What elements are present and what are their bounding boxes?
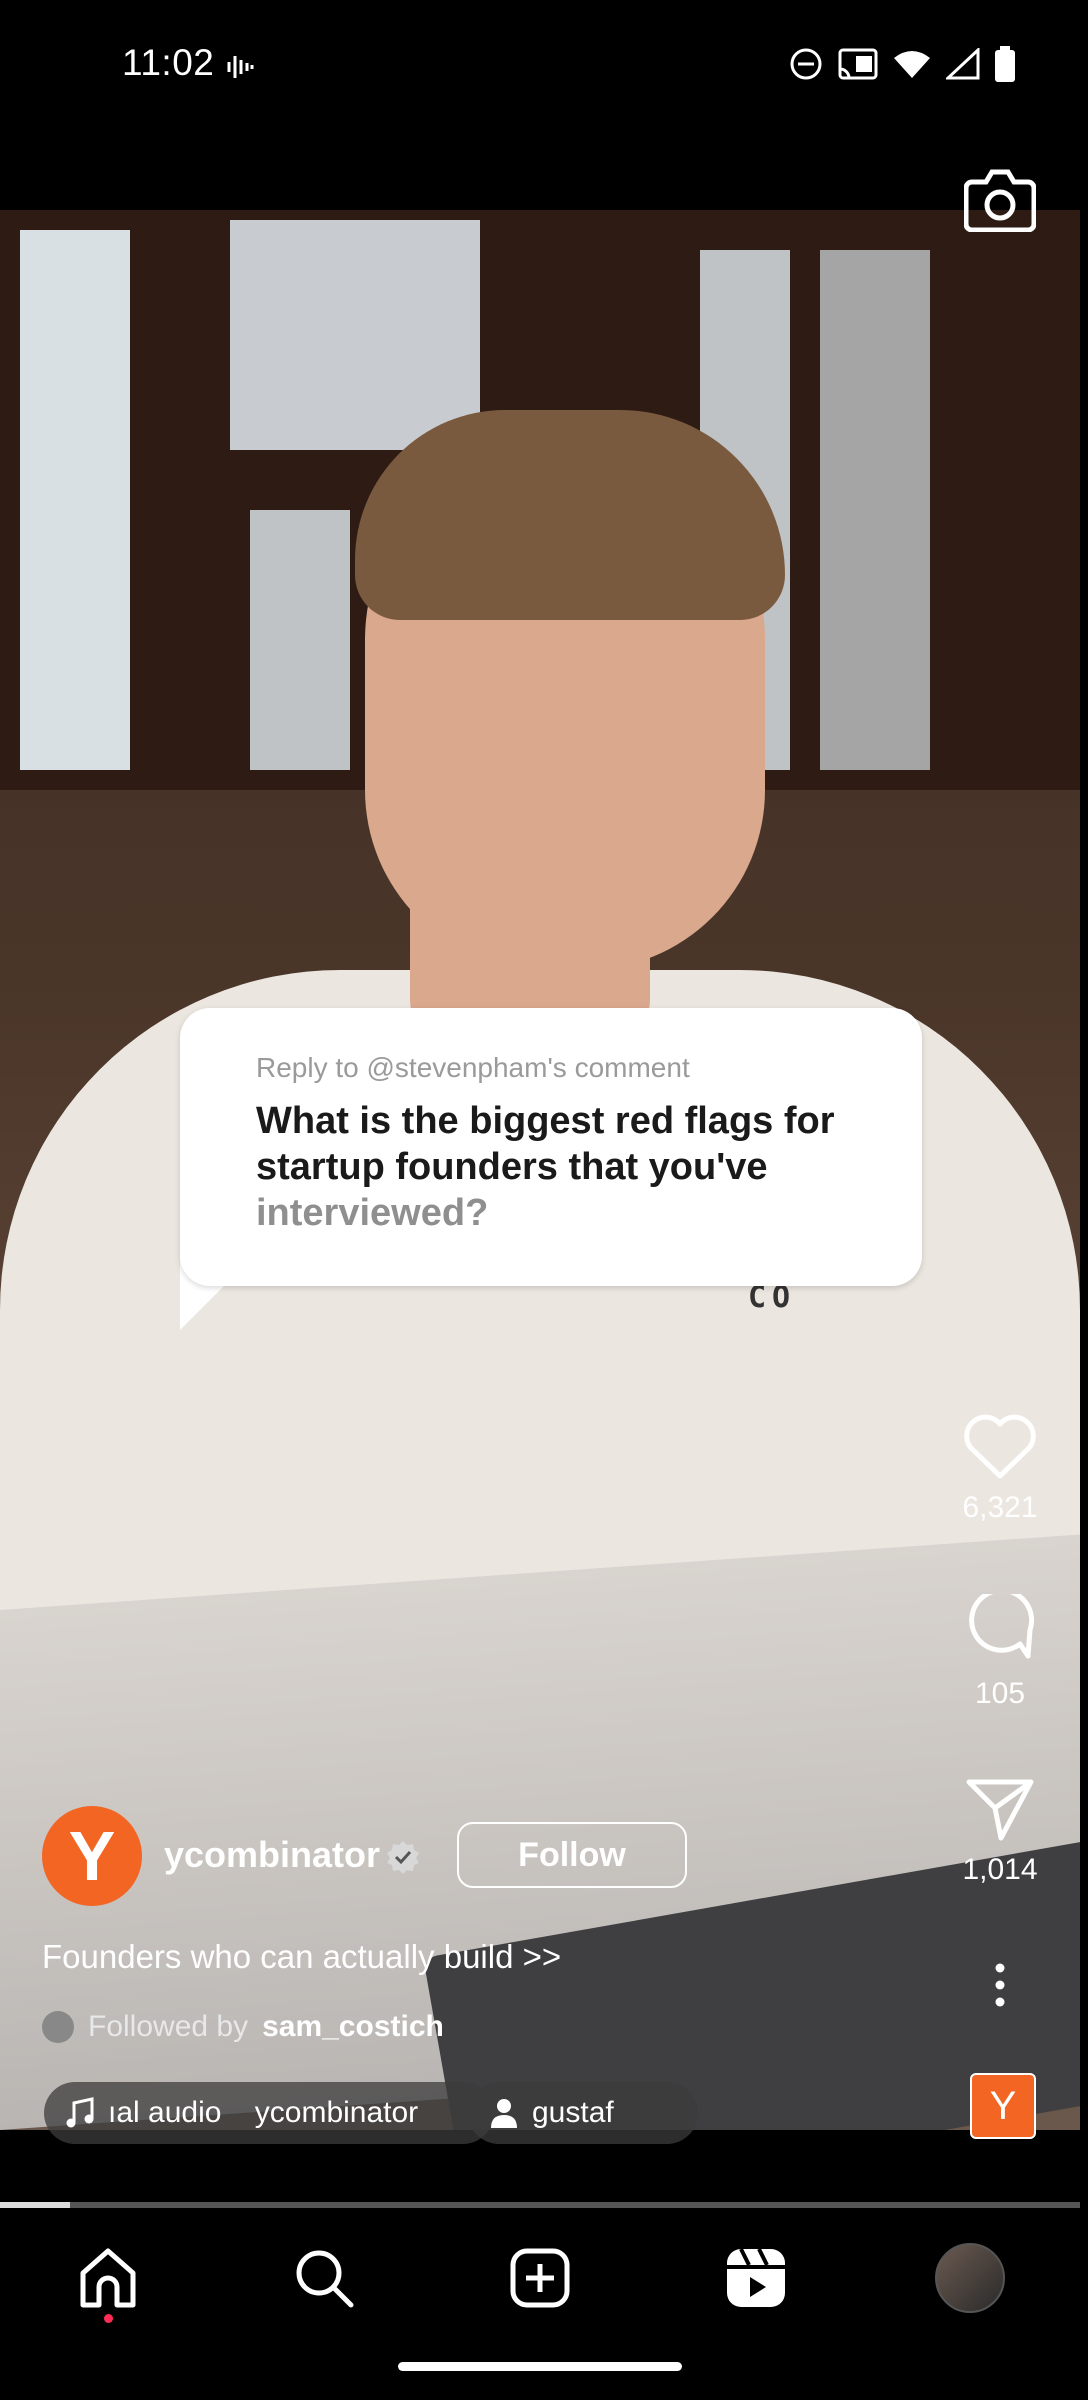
nav-profile[interactable] bbox=[930, 2238, 1010, 2318]
reply-to-label: Reply to @stevenpham's comment bbox=[256, 1052, 690, 1083]
more-vertical-icon bbox=[995, 1963, 1005, 2007]
comment-question: What is the biggest red flags for startu… bbox=[256, 1098, 896, 1236]
bottom-navigation bbox=[0, 2210, 1088, 2400]
audio-chip-label: ıal audio ycombinator bbox=[108, 2096, 419, 2129]
voicemail-icon bbox=[226, 52, 254, 87]
create-plus-icon bbox=[510, 2248, 570, 2308]
camera-button[interactable] bbox=[963, 166, 1037, 237]
follower-avatar bbox=[42, 2011, 74, 2043]
followed-by-user: sam_costich bbox=[262, 2010, 444, 2043]
window-pane bbox=[250, 510, 350, 770]
nav-search[interactable] bbox=[284, 2238, 364, 2318]
gesture-home-indicator[interactable] bbox=[398, 2362, 682, 2371]
follow-button[interactable]: Follow bbox=[457, 1822, 687, 1888]
audio-thumbnail-letter: Y bbox=[989, 2084, 1017, 2128]
followed-by[interactable]: Followed by sam_costich bbox=[42, 2010, 444, 2044]
account-avatar-letter: Y bbox=[68, 1817, 116, 1895]
comment-reply-sticker[interactable]: Reply to @stevenpham's comment What is t… bbox=[180, 1008, 922, 1286]
home-notification-dot bbox=[104, 2314, 113, 2323]
status-bar: 11:02 bbox=[0, 0, 1088, 136]
account-avatar[interactable]: Y bbox=[42, 1806, 142, 1906]
tagged-user-label: gustaf bbox=[532, 2096, 614, 2129]
like-action[interactable]: 6,321 bbox=[940, 1414, 1060, 1525]
comment-icon bbox=[969, 1587, 1035, 1659]
status-time: 11:02 bbox=[122, 42, 215, 83]
person-icon bbox=[491, 2099, 517, 2128]
tagged-user-chip[interactable]: gustaf bbox=[468, 2082, 698, 2144]
battery-icon bbox=[994, 45, 1016, 87]
music-note-icon bbox=[66, 2097, 94, 2128]
window-pane bbox=[230, 220, 480, 450]
verified-badge-icon bbox=[385, 1839, 421, 1880]
window-pane bbox=[820, 250, 930, 770]
heart-icon bbox=[964, 1414, 1036, 1479]
dnd-icon bbox=[788, 46, 824, 87]
camera-icon bbox=[963, 169, 1037, 233]
search-icon bbox=[296, 2250, 354, 2308]
signal-icon bbox=[944, 46, 980, 85]
audio-thumbnail[interactable]: Y bbox=[970, 2073, 1036, 2139]
nav-reels[interactable] bbox=[716, 2238, 796, 2318]
reels-icon bbox=[727, 2248, 785, 2307]
share-count: 1,014 bbox=[962, 1853, 1038, 1886]
video-progress-fill bbox=[0, 2202, 71, 2208]
account-username[interactable]: ycombinator bbox=[164, 1834, 380, 1876]
wifi-icon bbox=[892, 48, 932, 85]
share-action[interactable]: 1,014 bbox=[940, 1778, 1060, 1887]
like-count: 6,321 bbox=[962, 1491, 1038, 1524]
question-faded: interviewed? bbox=[256, 1192, 489, 1234]
status-icons bbox=[788, 44, 1016, 88]
more-options-button[interactable] bbox=[940, 1962, 1060, 2013]
nav-create[interactable] bbox=[500, 2238, 580, 2318]
paper-plane-icon bbox=[966, 1779, 1034, 1841]
nav-home[interactable] bbox=[68, 2238, 148, 2318]
followed-by-prefix: Followed by bbox=[88, 2010, 249, 2043]
video-progress-bar[interactable] bbox=[0, 2202, 1080, 2208]
window-pane bbox=[20, 230, 130, 770]
profile-avatar bbox=[935, 2243, 1005, 2313]
home-icon bbox=[80, 2248, 136, 2308]
audio-chip[interactable]: ıal audio ycombinator bbox=[44, 2082, 494, 2144]
comment-count: 105 bbox=[974, 1677, 1026, 1710]
post-caption[interactable]: Founders who can actually build >> bbox=[42, 1938, 561, 1976]
comment-action[interactable]: 105 bbox=[940, 1587, 1060, 1711]
cast-icon bbox=[838, 47, 878, 86]
question-main: What is the biggest red flags for startu… bbox=[256, 1100, 835, 1188]
